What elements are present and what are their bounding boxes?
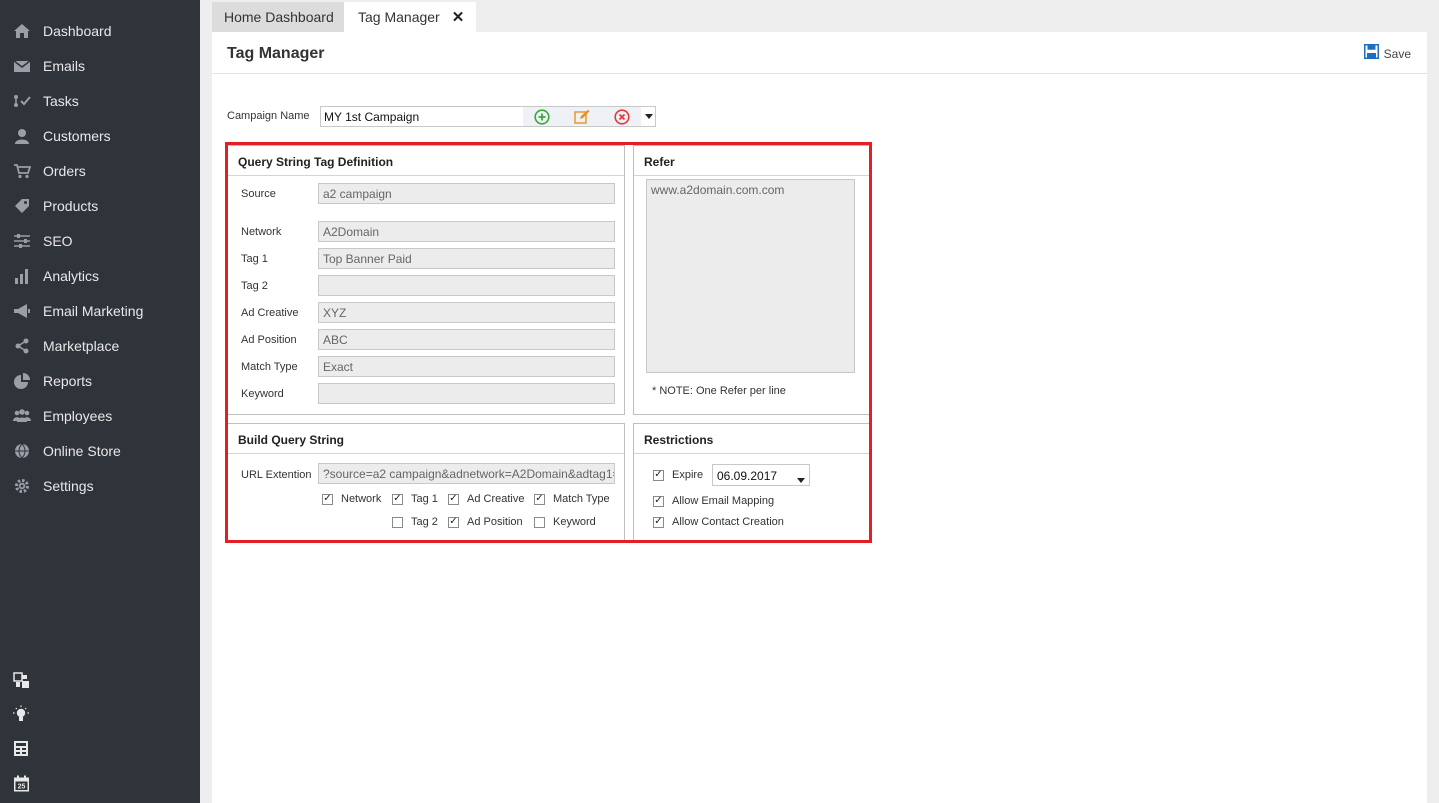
sidebar-item-label: Marketplace xyxy=(43,337,120,354)
page-title: Tag Manager xyxy=(227,45,325,62)
share-icon xyxy=(12,336,32,356)
highlight-frame xyxy=(225,142,872,543)
globe-icon xyxy=(12,441,32,461)
calculator-icon[interactable] xyxy=(11,738,31,758)
sidebar-item-label: SEO xyxy=(43,232,73,249)
campaign-name-label: Campaign Name xyxy=(227,110,310,122)
chevron-down-icon[interactable] xyxy=(643,107,655,126)
save-icon xyxy=(1363,44,1379,64)
sidebar: Dashboard Emails Tasks Customers Orders … xyxy=(0,0,200,803)
edit-icon[interactable] xyxy=(573,108,591,126)
sidebar-item-label: Tasks xyxy=(43,92,79,109)
sidebar-item-seo[interactable]: SEO xyxy=(0,223,200,258)
save-button[interactable]: Save xyxy=(1363,44,1411,64)
calendar-day-text: 25 xyxy=(17,783,25,790)
windows-icon[interactable] xyxy=(11,670,31,690)
sidebar-item-label: Emails xyxy=(43,57,86,74)
tab-tag-manager[interactable]: Tag Manager ✕ xyxy=(344,2,476,32)
sidebar-item-online-store[interactable]: Online Store xyxy=(0,433,200,468)
campaign-name-combo xyxy=(320,106,656,127)
sidebar-item-label: Customers xyxy=(43,127,111,144)
sidebar-item-dashboard[interactable]: Dashboard xyxy=(0,13,200,48)
sidebar-item-marketplace[interactable]: Marketplace xyxy=(0,328,200,363)
user-icon xyxy=(12,126,32,146)
close-icon[interactable]: ✕ xyxy=(452,8,465,26)
sliders-icon xyxy=(12,231,32,251)
sidebar-item-customers[interactable]: Customers xyxy=(0,118,200,153)
save-label: Save xyxy=(1383,47,1411,61)
sidebar-item-label: Settings xyxy=(43,477,94,494)
sidebar-item-orders[interactable]: Orders xyxy=(0,153,200,188)
sidebar-item-label: Employees xyxy=(43,407,113,424)
add-icon[interactable] xyxy=(533,108,551,126)
tag-icon xyxy=(12,196,32,216)
sidebar-item-analytics[interactable]: Analytics xyxy=(0,258,200,293)
tab-label: Tag Manager xyxy=(358,9,440,25)
tab-label: Home Dashboard xyxy=(224,9,334,25)
users-icon xyxy=(12,406,32,426)
sidebar-item-reports[interactable]: Reports xyxy=(0,363,200,398)
page-header: Tag Manager Save xyxy=(212,32,1427,74)
sidebar-item-products[interactable]: Products xyxy=(0,188,200,223)
tab-home-dashboard[interactable]: Home Dashboard xyxy=(212,2,344,32)
sidebar-item-label: Online Store xyxy=(43,442,121,459)
delete-icon[interactable] xyxy=(613,108,631,126)
sidebar-item-label: Analytics xyxy=(43,267,100,284)
lightbulb-icon[interactable] xyxy=(11,704,31,724)
home-icon xyxy=(12,21,32,41)
bar-chart-icon xyxy=(12,266,32,286)
main-panel: Tag Manager Save Campaign Name Query Str… xyxy=(212,32,1427,803)
sidebar-item-emails[interactable]: Emails xyxy=(0,48,200,83)
sidebar-item-label: Products xyxy=(43,197,99,214)
tasks-icon xyxy=(12,91,32,111)
cart-icon xyxy=(12,161,32,181)
calendar-icon[interactable]: 25 xyxy=(11,773,31,793)
sidebar-item-label: Orders xyxy=(43,162,86,179)
megaphone-icon xyxy=(12,301,32,321)
pie-chart-icon xyxy=(12,371,32,391)
campaign-tools xyxy=(523,107,641,126)
sidebar-item-settings[interactable]: Settings xyxy=(0,468,200,503)
sidebar-item-email-marketing[interactable]: Email Marketing xyxy=(0,293,200,328)
envelope-icon xyxy=(12,56,32,76)
sidebar-item-tasks[interactable]: Tasks xyxy=(0,83,200,118)
sidebar-item-label: Dashboard xyxy=(43,22,112,39)
sidebar-item-employees[interactable]: Employees xyxy=(0,398,200,433)
sidebar-item-label: Reports xyxy=(43,372,93,389)
campaign-name-input[interactable] xyxy=(324,110,519,124)
gear-icon xyxy=(12,476,32,496)
sidebar-item-label: Email Marketing xyxy=(43,302,144,319)
